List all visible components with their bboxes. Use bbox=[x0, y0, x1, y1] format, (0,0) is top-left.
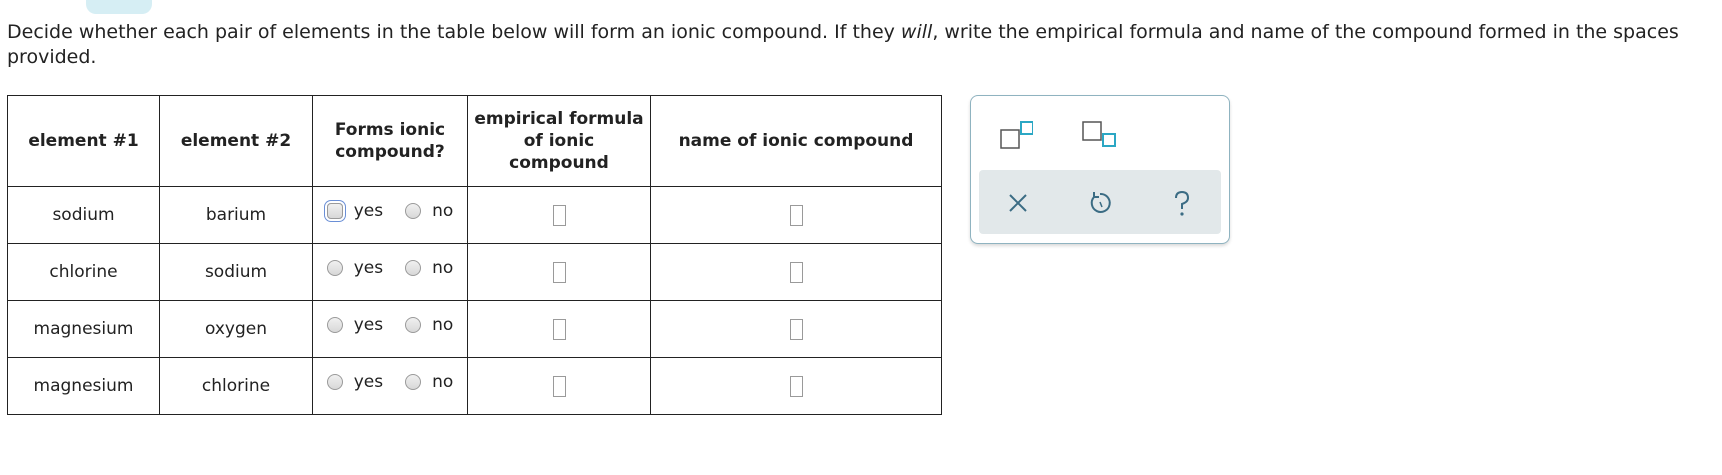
forms-ionic-cell: yes no bbox=[312, 186, 468, 244]
no-radio[interactable] bbox=[405, 202, 422, 219]
formula-input[interactable] bbox=[552, 318, 566, 340]
no-label[interactable]: no bbox=[432, 372, 453, 392]
forms-radio-group: yes no bbox=[326, 258, 453, 278]
undo-icon bbox=[1090, 192, 1111, 213]
instructions-emphasis: will bbox=[900, 21, 933, 43]
element-2-cell: chlorine bbox=[159, 357, 313, 415]
no-label[interactable]: no bbox=[432, 201, 453, 221]
element-2-cell: barium bbox=[159, 186, 313, 244]
forms-radio-group: yes no bbox=[326, 201, 453, 221]
top-tab[interactable] bbox=[86, 0, 152, 14]
element-2-cell: oxygen bbox=[159, 300, 313, 358]
no-label[interactable]: no bbox=[432, 315, 453, 335]
yes-radio[interactable] bbox=[326, 259, 343, 276]
undo-button[interactable] bbox=[1085, 188, 1115, 218]
name-input[interactable] bbox=[789, 318, 803, 340]
name-cell bbox=[650, 357, 942, 415]
subscript-icon bbox=[1082, 121, 1116, 147]
element-1-cell: sodium bbox=[7, 186, 160, 244]
close-icon bbox=[1009, 194, 1027, 212]
name-cell bbox=[650, 186, 942, 244]
header-forms-label: Forms ionic compound? bbox=[334, 120, 446, 162]
formula-input[interactable] bbox=[552, 375, 566, 397]
header-name: name of ionic compound bbox=[650, 95, 942, 187]
forms-radio-group: yes no bbox=[326, 372, 453, 392]
header-formula: empirical formula of ionic compound bbox=[467, 95, 651, 187]
no-radio[interactable] bbox=[405, 259, 422, 276]
yes-label[interactable]: yes bbox=[354, 315, 383, 335]
yes-radio[interactable] bbox=[326, 316, 343, 333]
element-2-cell: sodium bbox=[159, 243, 313, 301]
instructions-text: Decide whether each pair of elements in … bbox=[7, 21, 901, 43]
formula-cell bbox=[467, 186, 651, 244]
yes-label[interactable]: yes bbox=[354, 372, 383, 392]
help-button[interactable] bbox=[1167, 188, 1197, 218]
superscript-button[interactable] bbox=[999, 120, 1034, 150]
formula-cell bbox=[467, 357, 651, 415]
element-1-cell: magnesium bbox=[7, 357, 160, 415]
header-element-2: element #2 bbox=[159, 95, 313, 187]
yes-radio[interactable] bbox=[326, 202, 343, 219]
formula-input[interactable] bbox=[552, 204, 566, 226]
header-forms-ionic: Forms ionic compound? bbox=[312, 95, 468, 187]
element-1-cell: chlorine bbox=[7, 243, 160, 301]
table-row: sodium barium yes no bbox=[7, 186, 942, 244]
element-1-cell: magnesium bbox=[7, 300, 160, 358]
clear-button[interactable] bbox=[1003, 188, 1033, 218]
formula-input[interactable] bbox=[552, 261, 566, 283]
formula-cell bbox=[467, 300, 651, 358]
help-icon bbox=[1175, 190, 1190, 216]
table-row: magnesium chlorine yes no bbox=[7, 357, 942, 415]
instructions: Decide whether each pair of elements in … bbox=[7, 20, 1707, 70]
formula-tool-panel bbox=[970, 95, 1230, 244]
no-radio[interactable] bbox=[405, 373, 422, 390]
superscript-icon bbox=[1000, 121, 1034, 149]
table-row: magnesium oxygen yes no bbox=[7, 300, 942, 358]
name-input[interactable] bbox=[789, 204, 803, 226]
header-formula-label: empirical formula of ionic compound bbox=[474, 109, 644, 173]
yes-label[interactable]: yes bbox=[354, 258, 383, 278]
forms-ionic-cell: yes no bbox=[312, 300, 468, 358]
elements-table: element #1 element #2 Forms ionic compou… bbox=[7, 95, 942, 415]
yes-label[interactable]: yes bbox=[354, 201, 383, 221]
formula-cell bbox=[467, 243, 651, 301]
tool-action-bar bbox=[979, 170, 1221, 234]
no-label[interactable]: no bbox=[432, 258, 453, 278]
forms-radio-group: yes no bbox=[326, 315, 453, 335]
yes-radio[interactable] bbox=[326, 373, 343, 390]
name-cell bbox=[650, 243, 942, 301]
name-input[interactable] bbox=[789, 261, 803, 283]
no-radio[interactable] bbox=[405, 316, 422, 333]
header-row: element #1 element #2 Forms ionic compou… bbox=[7, 95, 942, 187]
forms-ionic-cell: yes no bbox=[312, 357, 468, 415]
subscript-button[interactable] bbox=[1081, 120, 1121, 150]
table-row: chlorine sodium yes no bbox=[7, 243, 942, 301]
header-element-1: element #1 bbox=[7, 95, 160, 187]
name-cell bbox=[650, 300, 942, 358]
name-input[interactable] bbox=[789, 375, 803, 397]
forms-ionic-cell: yes no bbox=[312, 243, 468, 301]
